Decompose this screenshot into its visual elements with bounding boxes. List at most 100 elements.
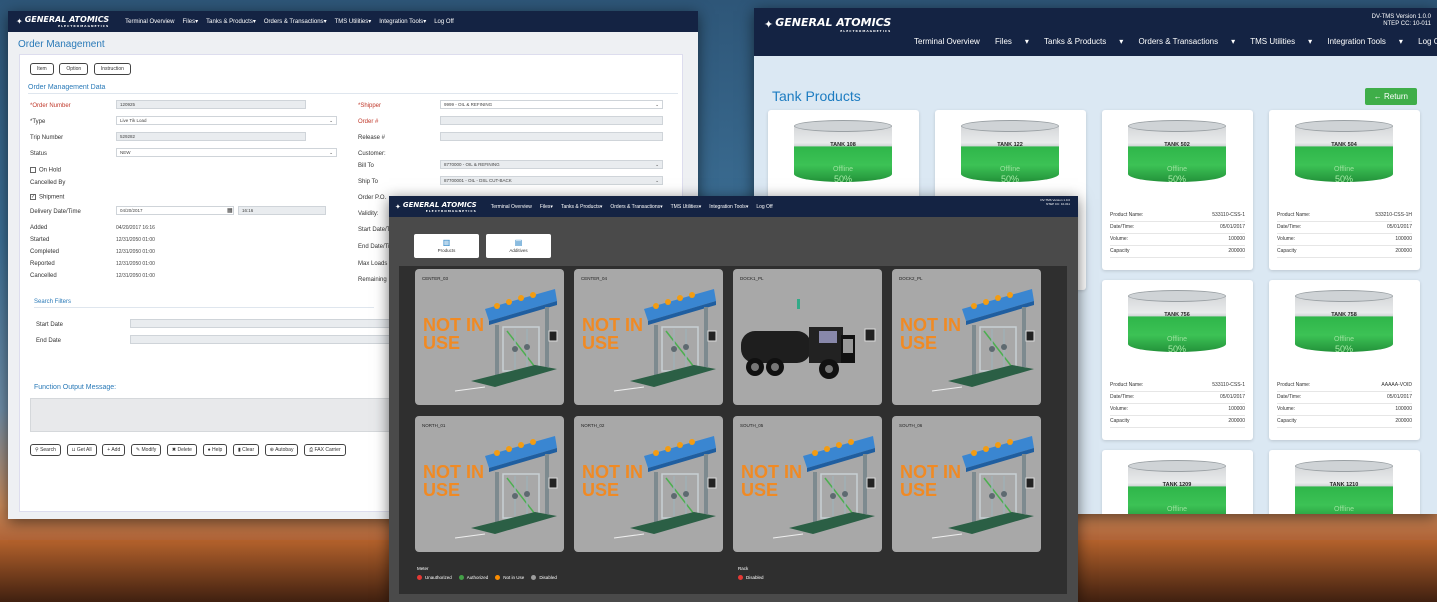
loading-bay[interactable]: SOUTH_06 NOT IN USE — [892, 416, 1041, 552]
tank-card[interactable]: TANK 756 Offline 50% Product Name: 533110-CS… — [1102, 280, 1253, 440]
loading-bay[interactable]: NORTH_01 NOT IN USE — [415, 416, 564, 552]
capacity-label: Capacity — [1277, 418, 1297, 424]
tank-percent: 50% — [1167, 344, 1186, 354]
order-po-label: Order P.O. — [358, 195, 387, 201]
search-filters-header: Search Filters — [34, 299, 374, 308]
end-date-label: End Date — [36, 338, 62, 344]
item-button[interactable]: Item — [30, 63, 54, 75]
bar-chart-icon: ▥ — [442, 238, 451, 247]
autobay-button[interactable]: ⊕ Autobay — [264, 444, 299, 456]
get-all-button[interactable]: ⊔ Get All — [66, 444, 97, 456]
nav-orders-transactions[interactable]: Orders & Transactions▾ — [1139, 37, 1236, 46]
version-info: DV-TMS Version 1.0.0 NTEP CC: 10-011 — [1371, 14, 1431, 27]
tank-card[interactable]: TANK 504 Offline 50% Product Name: 533210-CS… — [1269, 110, 1420, 270]
loading-bay[interactable]: SOUTH_05 NOT IN USE — [733, 416, 882, 552]
bay-status: NOT IN USE — [423, 462, 484, 500]
shipment-checkbox[interactable]: ✓ Shipment — [30, 194, 64, 201]
nav-tms-utilities[interactable]: TMS Utilities▾ — [671, 204, 702, 210]
tank-cap — [794, 120, 892, 132]
cancelled-value: 12/31/2050 01:00 — [116, 273, 155, 279]
help-button[interactable]: ● Help — [202, 444, 228, 456]
delivery-date-field[interactable]: 04/20/2017 — [116, 206, 234, 215]
modify-button[interactable]: ✎ Modify — [130, 444, 162, 456]
capacity-label: Capacity — [1110, 418, 1130, 424]
tank-status: Offline — [1166, 166, 1188, 173]
cancelled-label: Cancelled — [30, 273, 57, 279]
nav-orders-transactions[interactable]: Orders & Transactions▾ — [264, 18, 327, 25]
nav-orders-transactions[interactable]: Orders & Transactions▾ — [610, 204, 662, 210]
products-tab[interactable]: ▥ Products — [414, 234, 479, 258]
tank-status: Offline — [1333, 506, 1355, 513]
fax-carrier-button[interactable]: ⎙ FAX Carrier — [304, 444, 346, 456]
bay-name: SOUTH_05 — [740, 423, 764, 428]
nav-files[interactable]: Files▾ — [182, 18, 198, 25]
loading-bay[interactable]: DOCK1_PL — [733, 269, 882, 405]
order-number-label: *Order Number — [30, 103, 71, 109]
trip-number-field[interactable]: 529282 — [116, 132, 306, 141]
nav-tanks-products[interactable]: Tanks & Products▾ — [206, 18, 256, 25]
clear-button[interactable]: ▮ Clear — [233, 444, 260, 456]
search-button[interactable]: ⚲ Search — [30, 444, 61, 456]
status-select[interactable]: NEW ⌄ — [116, 148, 337, 157]
capacity-value: 200000 — [1228, 418, 1245, 424]
loading-bay[interactable]: CENTER_03 NOT IN USE — [415, 269, 564, 405]
tank-info: Product Name: AAAAA-VOID Date/Time: 05/01/2… — [1277, 380, 1412, 428]
delete-button[interactable]: ✖ Delete — [166, 444, 197, 456]
nav-terminal-overview[interactable]: Terminal Overview — [914, 37, 980, 46]
loading-bay[interactable]: DOCK2_PL NOT IN USE — [892, 269, 1041, 405]
status-dot-icon — [531, 575, 537, 581]
top-nav: ✦ GENERAL ATOMICS ELECTROMAGNETICS Termin… — [754, 8, 1437, 56]
bill-to-select[interactable]: 8770000 - OIL & REFINING ⌄ — [440, 160, 663, 169]
order-number-field[interactable]: 120925 — [116, 100, 306, 109]
type-select[interactable]: Live Tik Load ⌄ — [116, 116, 337, 125]
loading-bay[interactable]: CENTER_04 NOT IN USE — [574, 269, 723, 405]
nav-integration-tools[interactable]: Integration Tools▾ — [379, 18, 426, 25]
order-hash-label: Order # — [358, 119, 379, 125]
additives-tab[interactable]: ▤ Additives — [486, 234, 551, 258]
tank-cap — [1295, 290, 1393, 302]
tank-card[interactable]: TANK 1210Offline50% — [1269, 450, 1420, 514]
instruction-button[interactable]: Instruction — [93, 63, 131, 75]
add-button[interactable]: + Add — [102, 444, 126, 456]
nav-tms-utilities[interactable]: TMS Utilities▾ — [335, 18, 372, 25]
date-label: Date/Time: — [1110, 394, 1135, 400]
nav-integration-tools[interactable]: Integration Tools▾ — [1327, 37, 1403, 46]
brand-logo: ✦ GENERAL ATOMICS ELECTROMAGNETICS — [764, 16, 892, 33]
tank-card[interactable]: TANK 502 Offline 50% Product Name: 533110-CS… — [1102, 110, 1253, 270]
nav-tanks-products[interactable]: Tanks & Products▾ — [1044, 37, 1123, 46]
delivery-time-field[interactable]: 16:16 — [238, 206, 326, 215]
nav-log-off[interactable]: Log Off — [756, 204, 772, 210]
date-value: 05/01/2017 — [1386, 224, 1412, 230]
ship-to-label: Ship To — [358, 179, 378, 185]
nav-log-off[interactable]: Log Off — [1418, 37, 1437, 46]
nav-log-off[interactable]: Log Off — [434, 19, 454, 25]
tank-card[interactable]: TANK 758 Offline 50% Product Name: AAAAA-VOI… — [1269, 280, 1420, 440]
option-button[interactable]: Option — [59, 63, 89, 75]
function-output-label: Function Output Message: — [34, 384, 117, 391]
calendar-icon[interactable]: ▦ — [227, 207, 233, 214]
release-field[interactable] — [440, 132, 663, 141]
nav-files[interactable]: Files▾ — [540, 204, 553, 210]
version-info: DV-TMS Version 1.0.0 NTEP CC: 10-011 — [1040, 198, 1070, 206]
nav-terminal-overview[interactable]: Terminal Overview — [125, 19, 174, 25]
start-date-field[interactable] — [130, 319, 390, 328]
shipper-select[interactable]: 9999 - OIL & REFINING ⌄ — [440, 100, 663, 109]
ship-to-select[interactable]: 87700001 - OIL - DSL CUT-BACK ⌄ — [440, 176, 663, 185]
tank-status: Offline — [1333, 336, 1355, 343]
end-date-field[interactable] — [130, 335, 390, 344]
bay-status: NOT IN USE — [900, 315, 961, 353]
order-hash-field[interactable] — [440, 116, 663, 125]
nav-tms-utilities[interactable]: TMS Utilities▾ — [1250, 37, 1312, 46]
nav-integration-tools[interactable]: Integration Tools▾ — [709, 204, 748, 210]
nav-tanks-products[interactable]: Tanks & Products▾ — [561, 204, 602, 210]
tank-name: TANK 756 — [1164, 312, 1190, 318]
tank-card[interactable]: TANK 1209Offline50% — [1102, 450, 1253, 514]
tank-icon: TANK 1210Offline50% — [1295, 460, 1393, 514]
return-button[interactable]: ← Return — [1364, 88, 1417, 105]
nav-files[interactable]: Files▾ — [995, 37, 1029, 46]
cancelled-by-label: Cancelled By — [30, 180, 66, 186]
on-hold-checkbox[interactable]: On Hold — [30, 167, 61, 174]
product-label: Product Name: — [1110, 382, 1144, 388]
nav-terminal-overview[interactable]: Terminal Overview — [491, 204, 532, 210]
loading-bay[interactable]: NORTH_02 NOT IN USE — [574, 416, 723, 552]
